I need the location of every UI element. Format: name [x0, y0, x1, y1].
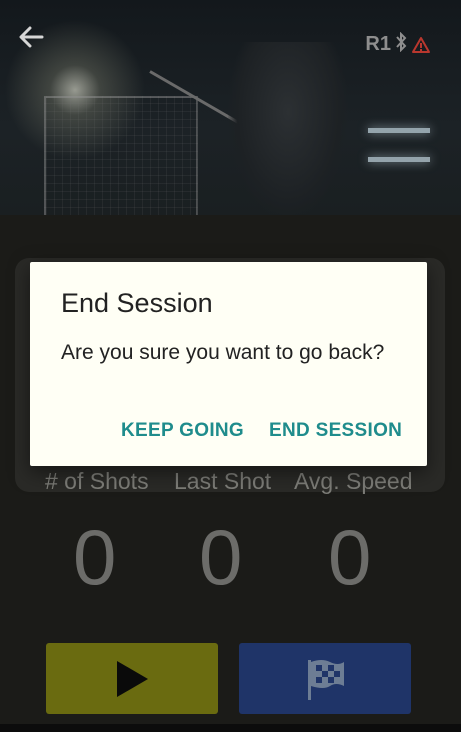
- light-strip-graphic: [368, 157, 430, 162]
- light-strip-graphic: [368, 128, 430, 133]
- finish-session-button[interactable]: [239, 643, 411, 714]
- navigation-bar: [0, 724, 461, 732]
- play-button[interactable]: [46, 643, 218, 714]
- end-session-dialog: End Session Are you sure you want to go …: [30, 262, 427, 466]
- keep-going-button[interactable]: KEEP GOING: [121, 420, 244, 442]
- avg-speed-value: 0: [328, 513, 372, 601]
- checkered-flag-icon: [308, 659, 344, 700]
- last-shot-label: Last Shot: [174, 468, 272, 494]
- shots-value: 0: [73, 513, 117, 601]
- device-label: R1: [365, 33, 391, 55]
- last-shot-value: 0: [199, 513, 243, 601]
- dialog-message: Are you sure you want to go back?: [61, 341, 385, 364]
- dialog-title: End Session: [61, 288, 213, 318]
- shots-label: # of Shots: [45, 468, 149, 494]
- warning-icon: [411, 36, 431, 54]
- play-icon: [117, 660, 148, 697]
- device-status: R1: [365, 31, 431, 57]
- back-arrow-icon[interactable]: [18, 26, 46, 52]
- hockey-net-graphic: [44, 96, 198, 215]
- end-session-button[interactable]: END SESSION: [269, 420, 402, 442]
- avg-speed-label: Avg. Speed: [294, 468, 413, 494]
- player-graphic: [228, 42, 348, 215]
- bluetooth-icon: [395, 31, 407, 57]
